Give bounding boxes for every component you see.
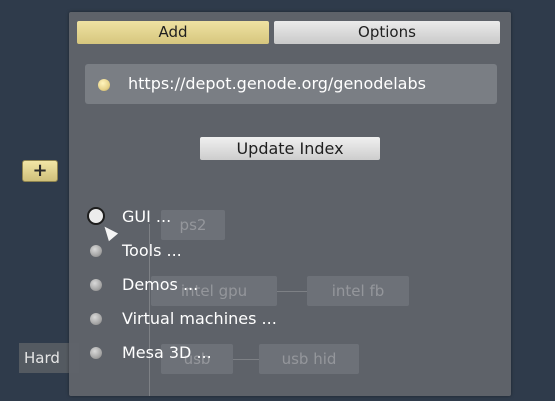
category-item-gui[interactable]: GUI ...: [84, 202, 484, 232]
category-item-demos[interactable]: Demos ...: [84, 270, 484, 300]
category-item-virtual-machines[interactable]: Virtual machines ...: [84, 304, 484, 334]
radio-icon: [87, 207, 105, 225]
radio-icon: [90, 347, 102, 359]
radio-icon: [90, 313, 102, 325]
depot-url-label: https://depot.genode.org/genodelabs: [128, 74, 426, 93]
selected-depot-indicator: [98, 79, 110, 91]
radio-icon: [90, 245, 102, 257]
tab-add[interactable]: Add: [77, 21, 269, 44]
category-label: Mesa 3D ...: [122, 343, 212, 362]
category-label: Tools ...: [122, 241, 182, 260]
tab-options[interactable]: Options: [274, 21, 500, 44]
radio-icon: [90, 279, 102, 291]
add-component-popup: ps2 intel gpu intel fb usb usb hid Add O…: [69, 12, 511, 396]
category-item-tools[interactable]: Tools ...: [84, 236, 484, 266]
category-label: Demos ...: [122, 275, 199, 294]
category-item-mesa-3d[interactable]: Mesa 3D ...: [84, 338, 484, 368]
category-label: Virtual machines ...: [122, 309, 277, 328]
depot-selector[interactable]: https://depot.genode.org/genodelabs: [85, 64, 497, 104]
add-component-button[interactable]: +: [22, 160, 58, 182]
category-label: GUI ...: [122, 207, 172, 226]
update-index-button[interactable]: Update Index: [200, 137, 380, 160]
